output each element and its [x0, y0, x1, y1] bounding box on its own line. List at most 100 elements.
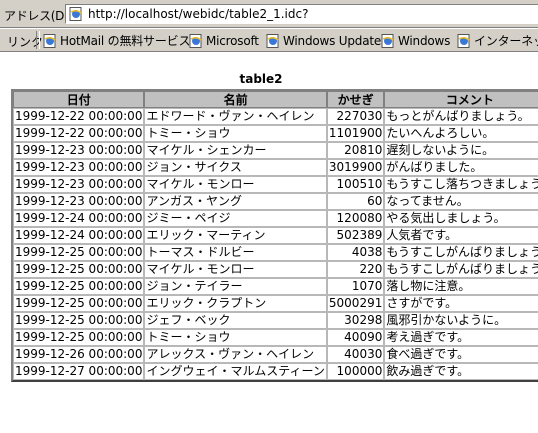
cell-name: トーマス・ドルビー — [144, 244, 327, 261]
ie-page-icon — [457, 33, 470, 48]
cell-date: 1999-12-23 00:00:00 — [13, 142, 145, 159]
link-label: Microsoft — [206, 33, 259, 48]
table-row: 1999-12-25 00:00:00 トミー・ショウ 40090 考え過ぎです。 — [13, 329, 538, 346]
cell-name: マイケル・モンロー — [144, 261, 327, 278]
cell-earnings: 3019900 — [326, 159, 385, 176]
cell-date: 1999-12-22 00:00:00 — [13, 125, 145, 142]
data-table: 日付 名前 かせぎ コメント 1999-12-22 00:00:00 エドワード・… — [11, 89, 538, 382]
ie-page-icon — [189, 33, 202, 48]
table-row: 1999-12-25 00:00:00 トーマス・ドルビー 4038 もうすこしがんば… — [13, 244, 538, 261]
table-row: 1999-12-23 00:00:00 マイケル・モンロー 100510 もうすこし落… — [13, 176, 538, 193]
ie-page-icon — [69, 7, 82, 21]
table-header-row: 日付 名前 かせぎ コメント — [13, 91, 538, 108]
table-row: 1999-12-26 00:00:00 アレックス・ヴァン・ヘイレン 40030 食べ… — [13, 346, 538, 363]
cell-name: トミー・ショウ — [144, 329, 327, 346]
cell-earnings: 20810 — [326, 142, 385, 159]
table-row: 1999-12-23 00:00:00 マイケル・シェンカー 20810 遅刻しないよ… — [13, 142, 538, 159]
cell-earnings: 1101900 — [326, 125, 385, 142]
cell-date: 1999-12-25 00:00:00 — [13, 295, 145, 312]
cell-comment: 遅刻しないように。 — [384, 142, 538, 159]
cell-earnings: 227030 — [326, 108, 385, 125]
cell-date: 1999-12-25 00:00:00 — [13, 278, 145, 295]
cell-name: エリック・クラプトン — [144, 295, 327, 312]
cell-comment: もうすこしがんばりましょう。 — [384, 244, 538, 261]
cell-name: ジェフ・ベック — [144, 312, 327, 329]
link-internet[interactable]: インターネットの — [457, 32, 538, 49]
table-row: 1999-12-22 00:00:00 エドワード・ヴァン・ヘイレン 227030 も… — [13, 108, 538, 125]
link-windows[interactable]: Windows — [381, 32, 450, 49]
link-label: インターネットの — [474, 34, 538, 48]
table-row: 1999-12-24 00:00:00 エリック・マーティン 502389 人気者です… — [13, 227, 538, 244]
cell-earnings: 100510 — [326, 176, 385, 193]
cell-comment: 飲み過ぎです。 — [384, 363, 538, 380]
address-url[interactable]: http://localhost/webidc/table2_1.idc? — [88, 7, 308, 21]
cell-date: 1999-12-22 00:00:00 — [13, 108, 145, 125]
cell-name: トミー・ショウ — [144, 125, 327, 142]
header-date: 日付 — [13, 91, 145, 108]
cell-comment: やる気出しましょう。 — [384, 210, 538, 227]
table-body: 1999-12-22 00:00:00 エドワード・ヴァン・ヘイレン 227030 も… — [13, 108, 538, 380]
address-field[interactable]: http://localhost/webidc/table2_1.idc? — [65, 4, 538, 24]
ie-page-icon — [43, 33, 56, 48]
cell-comment: もっとがんばりましょう。 — [384, 108, 538, 125]
link-label: HotMail の無料サービス — [60, 34, 191, 48]
cell-earnings: 502389 — [326, 227, 385, 244]
cell-earnings: 30298 — [326, 312, 385, 329]
header-earnings: かせぎ — [326, 91, 385, 108]
table-row: 1999-12-25 00:00:00 エリック・クラプトン 5000291 さすがで… — [13, 295, 538, 312]
table-row: 1999-12-25 00:00:00 マイケル・モンロー 220 もうすこしがんばり… — [13, 261, 538, 278]
table-row: 1999-12-25 00:00:00 ジェフ・ベック 30298 風邪引かないように… — [13, 312, 538, 329]
cell-name: アンガス・ヤング — [144, 193, 327, 210]
table-row: 1999-12-24 00:00:00 ジミー・ペイジ 120080 やる気出しましょ… — [13, 210, 538, 227]
cell-earnings: 100000 — [326, 363, 385, 380]
cell-comment: たいへんよろしい。 — [384, 125, 538, 142]
link-label: Windows — [398, 33, 451, 48]
cell-comment: 人気者です。 — [384, 227, 538, 244]
links-bar: リンク HotMail の無料サービス Microsoft Windows Up… — [0, 28, 538, 52]
table-row: 1999-12-22 00:00:00 トミー・ショウ 1101900 たいへんよろし… — [13, 125, 538, 142]
link-microsoft[interactable]: Microsoft — [189, 32, 259, 49]
cell-comment: 食べ過ぎです。 — [384, 346, 538, 363]
cell-comment: がんばりました。 — [384, 159, 538, 176]
cell-date: 1999-12-23 00:00:00 — [13, 176, 145, 193]
cell-comment: 考え過ぎです。 — [384, 329, 538, 346]
table-title: table2 — [239, 72, 283, 86]
cell-earnings: 60 — [326, 193, 385, 210]
cell-earnings: 40090 — [326, 329, 385, 346]
cell-comment: 落し物に注意。 — [384, 278, 538, 295]
cell-date: 1999-12-24 00:00:00 — [13, 210, 145, 227]
table-row: 1999-12-25 00:00:00 ジョン・テイラー 1070 落し物に注意。 — [13, 278, 538, 295]
cell-name: エリック・マーティン — [144, 227, 327, 244]
cell-date: 1999-12-25 00:00:00 — [13, 329, 145, 346]
cell-name: ジョン・サイクス — [144, 159, 327, 176]
cell-name: マイケル・モンロー — [144, 176, 327, 193]
link-windows-update[interactable]: Windows Update — [266, 32, 381, 49]
cell-date: 1999-12-23 00:00:00 — [13, 159, 145, 176]
table-row: 1999-12-23 00:00:00 ジョン・サイクス 3019900 がんばりまし… — [13, 159, 538, 176]
cell-name: エドワード・ヴァン・ヘイレン — [144, 108, 327, 125]
cell-name: イングウェイ・マルムスティーン — [144, 363, 327, 380]
cell-name: ジョン・テイラー — [144, 278, 327, 295]
address-label: アドレス(D) — [4, 9, 69, 23]
cell-comment: なってません。 — [384, 193, 538, 210]
cell-date: 1999-12-25 00:00:00 — [13, 312, 145, 329]
cell-earnings: 5000291 — [326, 295, 385, 312]
page-content: table2 日付 名前 かせぎ コメント 1999-12-22 00:00:0… — [0, 52, 538, 433]
cell-name: ジミー・ペイジ — [144, 210, 327, 227]
cell-earnings: 220 — [326, 261, 385, 278]
cell-comment: 風邪引かないように。 — [384, 312, 538, 329]
cell-date: 1999-12-25 00:00:00 — [13, 244, 145, 261]
cell-comment: もうすこしがんばりましょう。 — [384, 261, 538, 278]
cell-comment: もうすこし落ちつきましょう。 — [384, 176, 538, 193]
cell-earnings: 4038 — [326, 244, 385, 261]
cell-date: 1999-12-23 00:00:00 — [13, 193, 145, 210]
link-hotmail[interactable]: HotMail の無料サービス — [43, 32, 190, 49]
ie-page-icon — [266, 33, 279, 48]
links-separator — [36, 31, 40, 49]
cell-date: 1999-12-24 00:00:00 — [13, 227, 145, 244]
address-bar: アドレス(D) http://localhost/webidc/table2_1… — [0, 0, 538, 28]
table-row: 1999-12-27 00:00:00 イングウェイ・マルムスティーン 100000… — [13, 363, 538, 380]
link-label: Windows Update — [283, 33, 382, 48]
ie-page-icon — [381, 33, 394, 48]
cell-name: マイケル・シェンカー — [144, 142, 327, 159]
